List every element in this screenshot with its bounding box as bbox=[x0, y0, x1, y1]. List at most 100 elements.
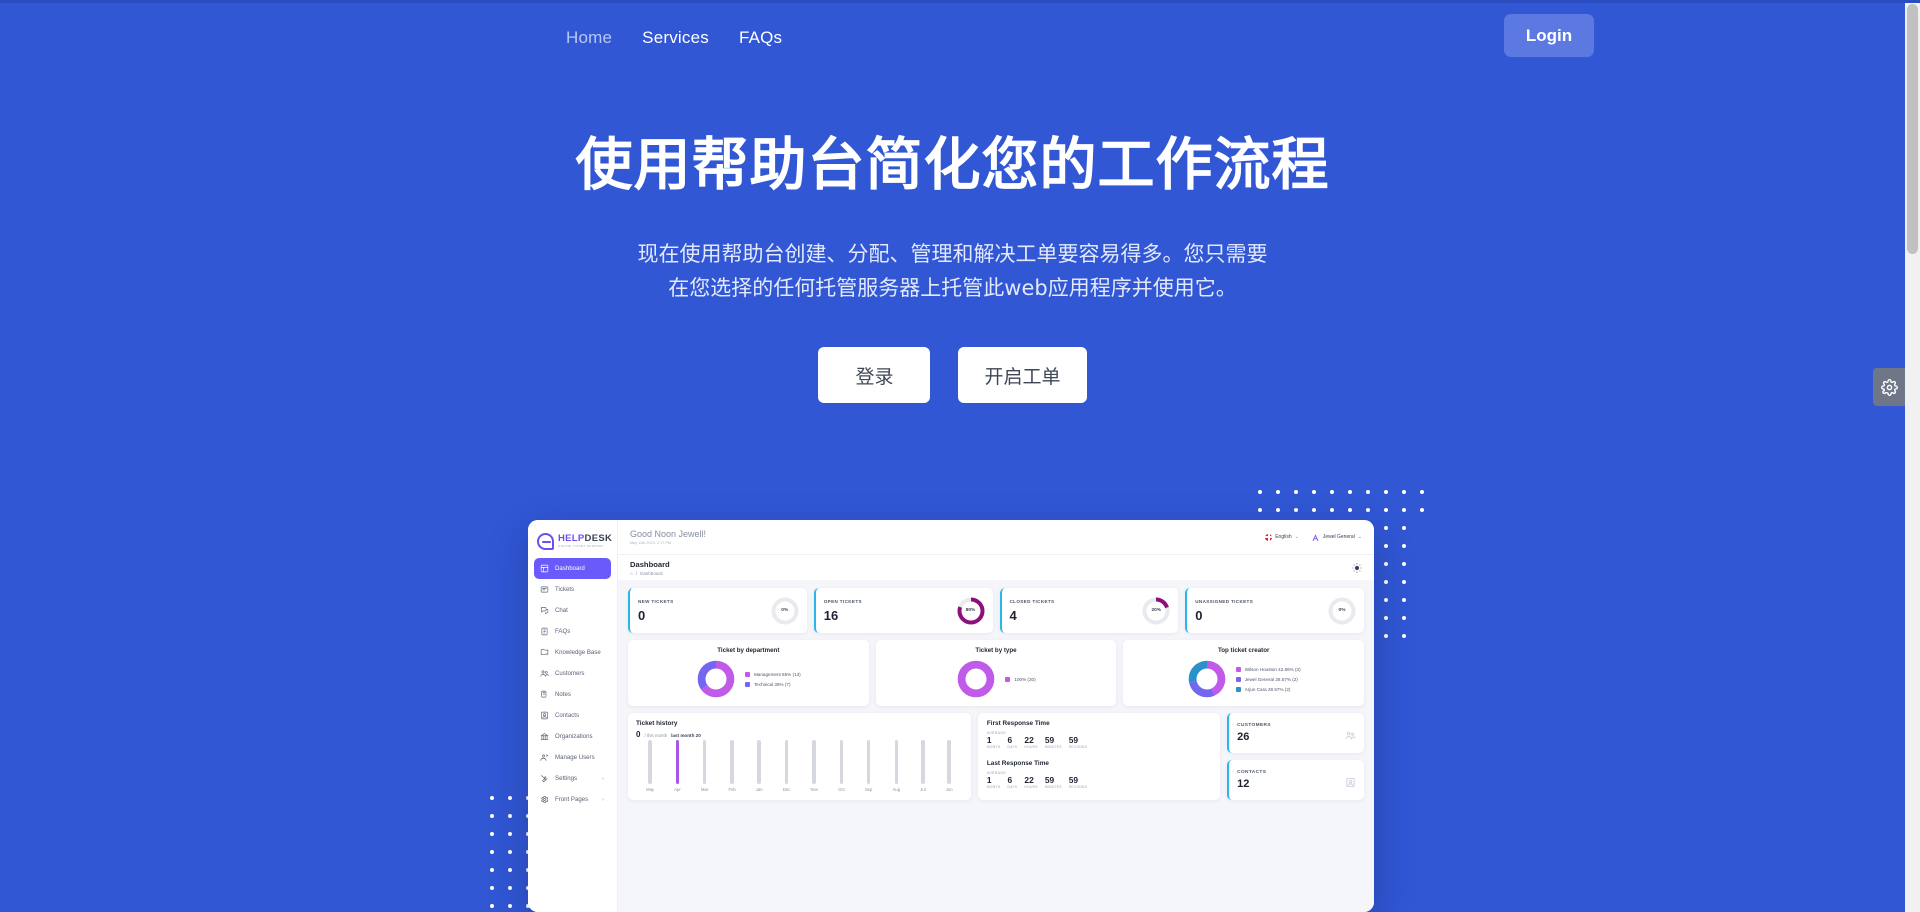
dot bbox=[1402, 634, 1406, 638]
users-icon bbox=[540, 753, 549, 762]
logo-text-desk: DESK bbox=[584, 533, 613, 545]
stats-row: NEW TICKETS 0 0% OPEN TICKETS 16 80% CLO… bbox=[628, 588, 1364, 633]
mini-stat-card: CUSTOMERS 26 bbox=[1227, 713, 1364, 753]
legend-label: Management 65% (13) bbox=[753, 671, 801, 677]
history-bar bbox=[921, 740, 925, 784]
home-icon[interactable]: ⌂ bbox=[630, 571, 633, 576]
response-time-title: First Response Time bbox=[986, 720, 1050, 727]
sidebar-item-label: Manage Users bbox=[555, 754, 595, 761]
book-icon bbox=[540, 648, 549, 657]
history-bar-label: Mar bbox=[701, 787, 709, 792]
dot bbox=[1294, 508, 1298, 512]
nav-link-home[interactable]: Home bbox=[566, 28, 612, 48]
response-time-unit-label: MINUTES bbox=[1044, 784, 1062, 789]
response-time-unit: 1 MONTH bbox=[987, 775, 1001, 788]
sidebar-item-notes[interactable]: Notes bbox=[534, 684, 611, 705]
sidebar-item-dashboard[interactable]: Dashboard bbox=[534, 558, 611, 579]
donut-card: Ticket by department Management 65% (13)… bbox=[628, 640, 869, 706]
greeting-date: May 11th 2023, 2:17 PM bbox=[630, 541, 672, 545]
history-bar-label: Sep bbox=[864, 787, 873, 792]
contacts-icon bbox=[540, 711, 549, 720]
dashboard-logo[interactable]: HELPDESK ONLINE TICKET SUPPORT bbox=[528, 524, 617, 558]
response-time-units: 1 MONTH 6 DAYS 22 HOURS 59 MINUTES 59 SECONDS bbox=[987, 736, 1211, 749]
language-selector[interactable]: English ⌄ bbox=[1265, 533, 1299, 541]
dot bbox=[490, 904, 494, 908]
mini-stat-value: 26 bbox=[1237, 731, 1250, 743]
mini-stat-label: CUSTOMERS bbox=[1237, 723, 1271, 728]
legend-item: Jewel General 28.57% (2) bbox=[1235, 676, 1301, 682]
sidebar-item-chat[interactable]: Chat bbox=[534, 600, 611, 621]
sidebar-item-contacts[interactable]: Contacts bbox=[534, 705, 611, 726]
history-bar-column: Jul bbox=[920, 740, 926, 792]
scrollbar-thumb[interactable] bbox=[1907, 4, 1918, 254]
bank-icon bbox=[540, 733, 549, 740]
response-time-number: 22 bbox=[1024, 774, 1034, 785]
stat-percent: 80% bbox=[965, 608, 976, 613]
ticket-history-title: Ticket history bbox=[636, 720, 678, 727]
user-menu[interactable]: Jewel General ⌄ bbox=[1311, 533, 1362, 542]
dashboard-topbar: Good Noon Jewell! May 11th 2023, 2:17 PM… bbox=[618, 520, 1374, 554]
mini-stat-card: CONTACTS 12 bbox=[1227, 760, 1364, 800]
donut-legend: Wilson Houston 42.86% (3) Jewel General 2… bbox=[1235, 666, 1301, 692]
dot bbox=[1420, 508, 1424, 512]
sidebar-item-organizations[interactable]: Organizations bbox=[534, 726, 611, 747]
response-time-number: 59 bbox=[1044, 774, 1055, 785]
dot bbox=[1402, 490, 1406, 494]
sidebar-item-manage-users[interactable]: Manage Users bbox=[534, 747, 611, 768]
settings-gear-tab[interactable] bbox=[1873, 368, 1905, 406]
hero-open-ticket-button[interactable]: 开启工单 bbox=[958, 347, 1087, 404]
progress-ring: 0% bbox=[1328, 597, 1356, 625]
nav-link-services[interactable]: Services bbox=[642, 28, 709, 48]
page-scrollbar[interactable] bbox=[1905, 0, 1920, 912]
history-bar-column: Feb bbox=[728, 740, 736, 792]
response-time-unit: 6 DAYS bbox=[1007, 775, 1017, 788]
sun-icon[interactable] bbox=[1352, 562, 1362, 573]
donut-legend: 100% (20) bbox=[1005, 676, 1036, 682]
hero-subtitle-line2: 在您选择的任何托管服务器上托管此web应用程序并使用它。 bbox=[668, 276, 1237, 301]
notes-icon bbox=[540, 690, 549, 699]
sidebar-item-label: Tickets bbox=[555, 586, 575, 593]
chevron-down-icon: ⌄ bbox=[1357, 534, 1362, 540]
legend-swatch bbox=[1005, 676, 1011, 682]
grid-icon bbox=[540, 564, 549, 573]
sidebar-item-knowledge-base[interactable]: Knowledge Base bbox=[534, 642, 611, 663]
dot bbox=[1420, 490, 1424, 494]
response-time-number: 1 bbox=[986, 735, 992, 745]
tools-icon bbox=[541, 775, 548, 783]
history-bar-label: Feb bbox=[728, 787, 736, 792]
ticket-history-bars: May Apr Mar Feb Jan Dec Nov Oct Sep Aug Jul Jun bbox=[636, 740, 963, 792]
logo-text-help: HELP bbox=[558, 533, 585, 545]
history-bar bbox=[866, 740, 871, 784]
dot bbox=[1258, 490, 1262, 494]
chevron-right-icon: › bbox=[602, 796, 604, 803]
dot bbox=[490, 814, 494, 818]
stat-card: UNASSIGNED TICKETS 0 0% bbox=[1185, 588, 1364, 633]
stat-percent: 0% bbox=[781, 608, 789, 613]
sidebar-item-settings[interactable]: Settings › bbox=[534, 768, 611, 789]
page-title: Dashboard bbox=[630, 559, 670, 569]
sidebar-item-front-pages[interactable]: Front Pages › bbox=[534, 789, 611, 810]
chevron-down-icon: ⌄ bbox=[1294, 534, 1299, 540]
history-bar-column: Sep bbox=[865, 740, 872, 792]
sidebar-item-tickets[interactable]: Tickets bbox=[534, 579, 611, 600]
login-button[interactable]: Login bbox=[1504, 14, 1594, 57]
avatar bbox=[1312, 533, 1319, 541]
mini-stats-column: CUSTOMERS 26 CONTACTS 12 bbox=[1227, 713, 1364, 800]
dot bbox=[1384, 508, 1388, 512]
nav-link-faqs[interactable]: FAQs bbox=[739, 28, 782, 48]
progress-ring: 0% bbox=[771, 597, 799, 625]
ticket-history-value: 0 bbox=[636, 730, 641, 739]
history-bar-label: Dec bbox=[782, 787, 791, 792]
stat-card: OPEN TICKETS 16 80% bbox=[813, 588, 993, 633]
hero-subtitle-line1: 现在使用帮助台创建、分配、管理和解决工单要容易得多。您只需要 bbox=[637, 242, 1268, 267]
sidebar-item-customers[interactable]: Customers bbox=[534, 663, 611, 684]
dot bbox=[508, 868, 512, 872]
ticket-icon bbox=[540, 586, 549, 593]
contacts-icon bbox=[541, 711, 548, 720]
legend-swatch bbox=[744, 671, 750, 677]
history-bar-label: Jan bbox=[755, 787, 763, 792]
history-bar-label: Nov bbox=[810, 787, 818, 792]
sidebar-item-faqs[interactable]: FAQs bbox=[534, 621, 611, 642]
hero-login-button[interactable]: 登录 bbox=[818, 347, 931, 404]
legend-swatch bbox=[1235, 686, 1241, 692]
